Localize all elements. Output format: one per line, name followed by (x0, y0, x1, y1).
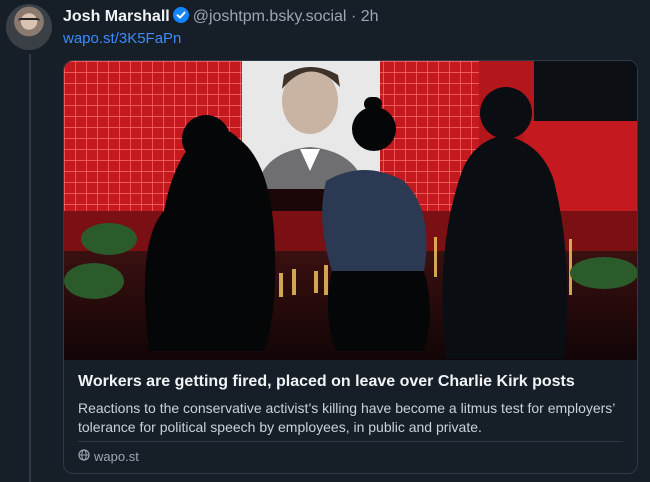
avatar-glasses (18, 18, 40, 26)
card-domain-row: wapo.st (78, 449, 139, 464)
post-time[interactable]: 2h (361, 8, 379, 25)
card-domain: wapo.st (94, 449, 139, 464)
verified-badge-icon (172, 7, 189, 29)
card-description: Reactions to the conservative activist’s… (78, 400, 615, 435)
post-header: Josh Marshall @joshtpm.bsky.social · 2h (63, 7, 379, 29)
thread-line (29, 54, 31, 482)
separator-dot: · (350, 8, 357, 25)
author-name[interactable]: Josh Marshall (63, 8, 170, 25)
card-title[interactable]: Workers are getting fired, placed on lea… (78, 373, 575, 391)
post-link[interactable]: wapo.st/3K5FaPn (63, 30, 181, 47)
card-divider (78, 441, 623, 442)
link-card[interactable]: Workers are getting fired, placed on lea… (63, 60, 638, 474)
author-handle[interactable]: @joshtpm.bsky.social (193, 8, 347, 25)
globe-icon (78, 449, 90, 464)
card-image (64, 61, 637, 360)
avatar[interactable] (6, 4, 52, 50)
